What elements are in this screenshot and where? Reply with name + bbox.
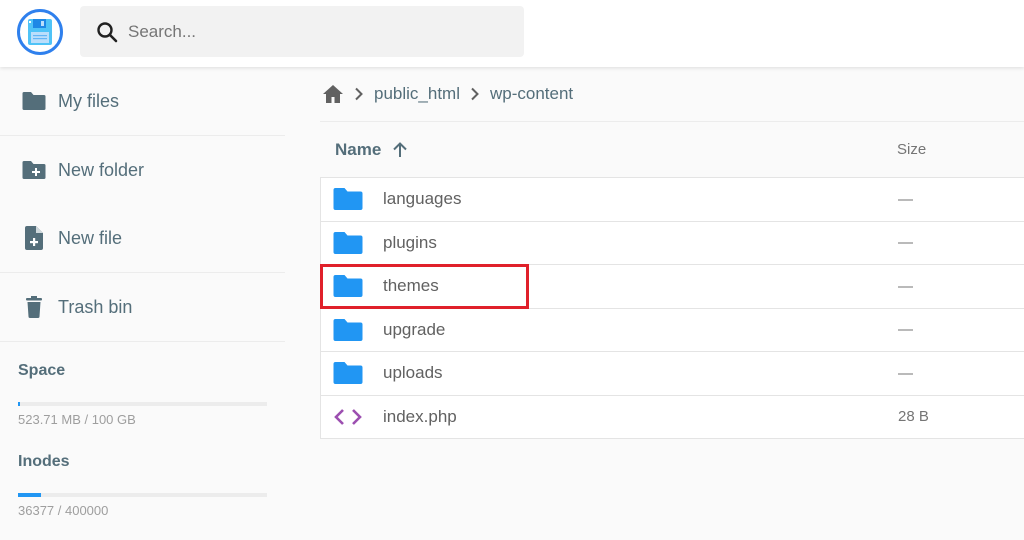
- file-name: plugins: [383, 232, 437, 252]
- folder-plus-icon: [22, 158, 46, 182]
- file-size: —: [898, 234, 913, 252]
- column-header-name[interactable]: Name: [335, 140, 409, 160]
- top-header: [0, 0, 1024, 67]
- file-size: 28 B: [898, 408, 929, 426]
- divider: [0, 341, 285, 342]
- file-table: Name Size languages — plugins — themes —…: [320, 122, 1024, 439]
- inodes-progress-bar: [18, 493, 267, 497]
- inodes-title: Inodes: [18, 453, 70, 470]
- inodes-progress-fill: [18, 493, 41, 497]
- sidebar-item-trash-bin[interactable]: Trash bin: [0, 273, 285, 341]
- column-header-size[interactable]: Size: [897, 141, 926, 158]
- table-row[interactable]: languages —: [320, 178, 1024, 222]
- breadcrumb-item[interactable]: wp-content: [490, 84, 573, 104]
- column-label: Name: [335, 139, 382, 159]
- folder-icon: [333, 186, 363, 212]
- sidebar-item-new-folder[interactable]: New folder: [0, 136, 285, 204]
- sidebar-item-label: Trash bin: [58, 296, 133, 317]
- chevron-right-icon: [470, 87, 480, 101]
- space-title: Space: [18, 362, 66, 379]
- breadcrumb: public_html wp-content: [322, 80, 573, 108]
- search-input[interactable]: [128, 21, 508, 42]
- space-progress-bar: [18, 402, 267, 406]
- file-name: languages: [383, 189, 462, 209]
- breadcrumb-item[interactable]: public_html: [374, 84, 460, 104]
- table-header: Name Size: [320, 122, 1024, 178]
- file-name: uploads: [383, 363, 443, 383]
- folder-icon: [333, 360, 363, 386]
- sidebar-item-my-files[interactable]: My files: [0, 67, 285, 135]
- file-name: upgrade: [383, 319, 446, 339]
- file-name: index.php: [383, 406, 457, 426]
- file-size: —: [898, 321, 913, 339]
- file-size: —: [898, 277, 913, 295]
- space-text: 523.71 MB / 100 GB: [18, 412, 136, 427]
- folder-icon: [333, 273, 363, 299]
- file-plus-icon: [22, 226, 46, 250]
- file-size: —: [898, 364, 913, 382]
- table-row[interactable]: themes —: [320, 265, 1024, 309]
- sidebar-item-label: New file: [58, 227, 123, 248]
- file-name: themes: [383, 276, 439, 296]
- table-row[interactable]: uploads —: [320, 352, 1024, 396]
- search-bar[interactable]: [80, 6, 524, 57]
- folder-icon: [22, 89, 46, 113]
- arrow-up-icon: [391, 141, 409, 159]
- home-icon[interactable]: [322, 84, 344, 104]
- space-progress-fill: [18, 402, 20, 406]
- floppy-disk-icon: [28, 19, 52, 45]
- table-row[interactable]: index.php 28 B: [320, 395, 1024, 439]
- file-size: —: [898, 190, 913, 208]
- table-row[interactable]: plugins —: [320, 221, 1024, 265]
- folder-icon: [333, 317, 363, 343]
- chevron-right-icon: [354, 87, 364, 101]
- inodes-text: 36377 / 400000: [18, 503, 109, 518]
- search-icon: [94, 19, 120, 45]
- sidebar-item-new-file[interactable]: New file: [0, 204, 285, 272]
- space-usage: Space 523.71 MB / 100 GB Inodes 36377 / …: [0, 362, 285, 518]
- folder-icon: [333, 230, 363, 256]
- trash-icon: [22, 295, 46, 319]
- sidebar-item-label: New folder: [58, 159, 145, 180]
- app-logo[interactable]: [17, 9, 63, 55]
- table-row[interactable]: upgrade —: [320, 308, 1024, 352]
- sidebar-item-label: My files: [58, 90, 120, 111]
- code-file-icon: [333, 404, 363, 430]
- sidebar: My files New folder New file Trash bin S…: [0, 67, 285, 540]
